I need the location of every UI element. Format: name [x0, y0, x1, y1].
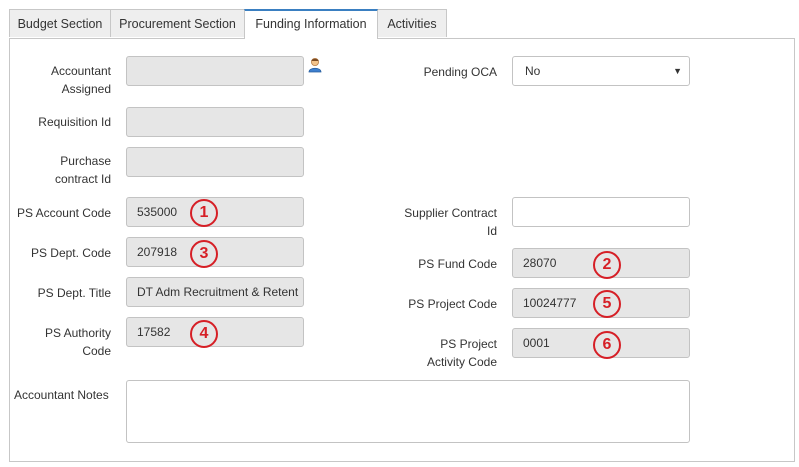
accountant-notes-textarea[interactable]: [126, 380, 690, 443]
pending-oca-label: Pending OCA: [423, 65, 497, 79]
annotation-badge-6: 6: [593, 331, 621, 359]
ps-dept-code-label: PS Dept. Code: [30, 246, 111, 260]
ps-fund-code-label: PS Fund Code: [418, 257, 497, 271]
user-lookup-icon[interactable]: [308, 57, 322, 73]
ps-authority-code-label: PS Authority Code: [44, 326, 111, 358]
accountant-assigned-label: Accountant Assigned: [50, 64, 111, 96]
requisition-id-label: Requisition Id: [38, 115, 111, 129]
ps-account-code-label: PS Account Code: [16, 206, 111, 220]
accountant-assigned-field[interactable]: [126, 56, 304, 86]
ps-dept-title-field[interactable]: DT Adm Recruitment & Retent: [126, 277, 304, 307]
purchase-contract-id-field[interactable]: [126, 147, 304, 177]
supplier-contract-id-label: Supplier Contract Id: [404, 206, 497, 238]
annotation-badge-2: 2: [593, 251, 621, 279]
ps-project-code-label: PS Project Code: [408, 297, 497, 311]
pending-oca-select[interactable]: No ▼: [512, 56, 690, 86]
annotation-badge-3: 3: [190, 240, 218, 268]
annotation-badge-4: 4: [190, 320, 218, 348]
ps-dept-title-label: PS Dept. Title: [37, 286, 111, 300]
tab-budget-section[interactable]: Budget Section: [9, 9, 111, 37]
tab-procurement-section[interactable]: Procurement Section: [110, 9, 245, 37]
requisition-id-field[interactable]: [126, 107, 304, 137]
chevron-down-icon: ▼: [673, 66, 682, 76]
purchase-contract-id-label: Purchase contract Id: [54, 154, 111, 186]
pending-oca-value: No: [525, 64, 541, 78]
ps-project-activity-code-label: PS Project Activity Code: [426, 337, 497, 369]
supplier-contract-id-field[interactable]: [512, 197, 690, 227]
annotation-badge-1: 1: [190, 199, 218, 227]
tab-funding-information[interactable]: Funding Information: [244, 9, 378, 39]
tab-activities[interactable]: Activities: [377, 9, 447, 37]
annotation-badge-5: 5: [593, 290, 621, 318]
accountant-notes-label: Accountant Notes: [14, 388, 109, 402]
